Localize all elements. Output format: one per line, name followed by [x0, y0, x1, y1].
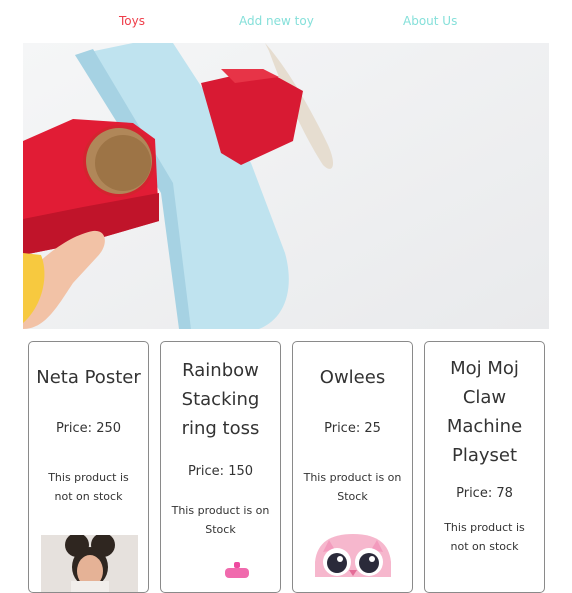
product-stock-status: This product is not on stock — [444, 521, 525, 553]
nav-link-about-us[interactable]: About Us — [403, 14, 457, 28]
nav-link-toys[interactable]: Toys — [119, 14, 145, 28]
product-title: Owlees — [319, 367, 386, 388]
product-price: Price: 250 — [55, 421, 122, 436]
product-price: Price: 25 — [324, 421, 381, 436]
product-thumbnail-girl-with-buns — [41, 533, 138, 592]
product-card[interactable]: Rainbow Stacking ring toss Price: 150 Th… — [160, 341, 281, 593]
product-card[interactable]: Owlees Price: 25 This product is on Stoc… — [292, 341, 413, 593]
nav-link-add-new-toy[interactable]: Add new toy — [239, 14, 314, 28]
hero-banner-image — [23, 43, 549, 329]
product-stock-status: This product is on Stock — [303, 471, 402, 503]
product-stock-status: This product is on Stock — [171, 504, 270, 536]
product-title: Moj Moj Claw Machine Playset — [446, 358, 523, 466]
product-title: Neta Poster — [36, 367, 141, 388]
toy-airplane-illustration — [23, 43, 549, 329]
product-title: Rainbow Stacking ring toss — [181, 360, 260, 439]
product-thumbnail-ring-toss — [223, 560, 251, 578]
product-price: Price: 78 — [456, 486, 513, 501]
product-card[interactable]: Moj Moj Claw Machine Playset Price: 78 T… — [424, 341, 545, 593]
top-navigation: Toys Add new toy About Us — [0, 0, 572, 42]
product-thumbnail-owl-toy — [309, 532, 397, 577]
product-price: Price: 150 — [187, 464, 254, 479]
product-card[interactable]: Neta Poster Price: 250 This product is n… — [28, 341, 149, 593]
product-stock-status: This product is not on stock — [48, 471, 129, 503]
